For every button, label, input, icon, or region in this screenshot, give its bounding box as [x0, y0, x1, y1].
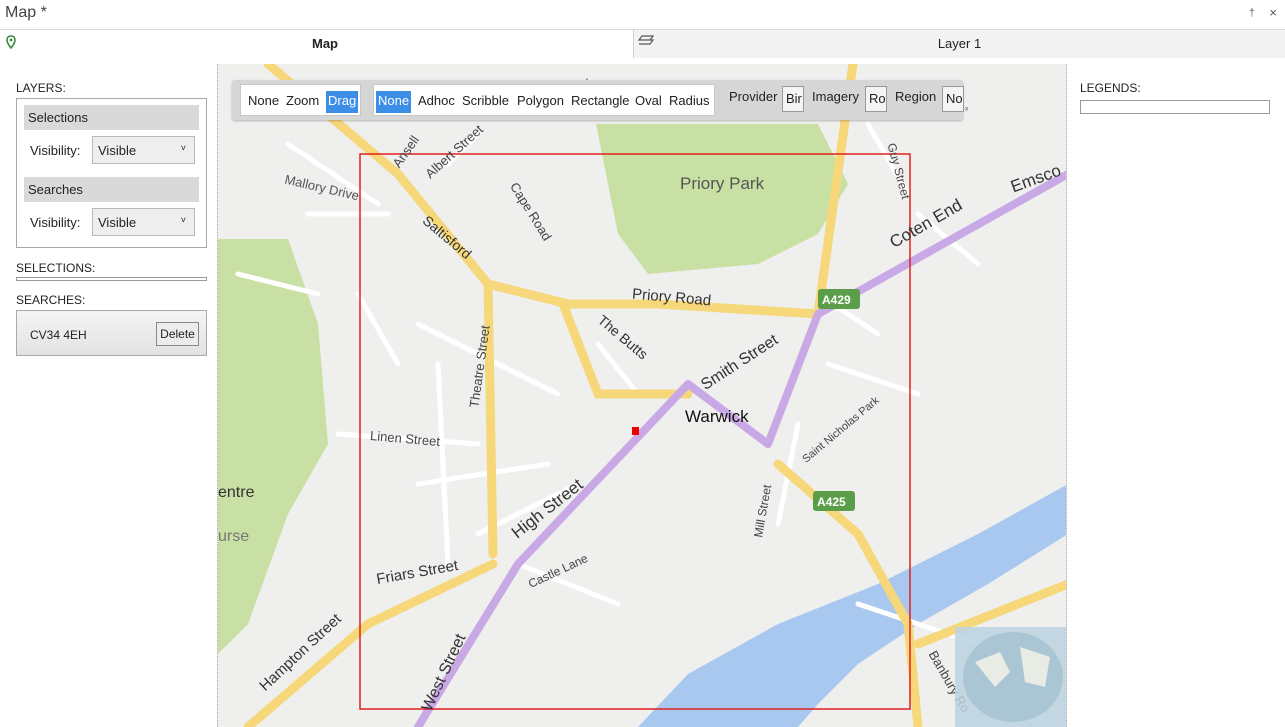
label-warwick: Warwick — [685, 407, 749, 426]
search-item[interactable]: CV34 4EH Delete — [16, 310, 207, 356]
select-scribble-button[interactable]: Scribble — [460, 91, 511, 113]
tab-bar: Map Layer 1 — [0, 30, 1285, 58]
close-icon[interactable]: × — [1269, 5, 1277, 20]
selections-visibility-label: Visibility: — [30, 143, 81, 158]
map-canvas — [218, 64, 1066, 727]
delete-button[interactable]: Delete — [156, 322, 199, 346]
select-adhoc-button[interactable]: Adhoc — [416, 91, 457, 113]
selections-visibility-value: Visible — [98, 143, 137, 158]
overview-globe-icon[interactable] — [955, 627, 1066, 727]
priory-park-area — [596, 124, 848, 274]
park-area-west — [218, 239, 328, 654]
tab-layer-label: Layer 1 — [937, 36, 982, 51]
searches-visibility-value: Visible — [98, 215, 137, 230]
provider-select[interactable]: Bir — [782, 86, 804, 112]
provider-label: Provider — [729, 89, 778, 104]
navigation-group: None Zoom Drag — [240, 84, 361, 116]
select-polygon-button[interactable]: Polygon — [515, 91, 566, 113]
label-priory-park: Priory Park — [680, 174, 765, 193]
label-a429: A429 — [822, 293, 851, 307]
imagery-label: Imagery — [812, 89, 859, 104]
layers-panel: Selections Visibility: Visible ˅ Searche… — [16, 98, 207, 248]
region-select[interactable]: No — [942, 86, 964, 112]
tab-layer-1[interactable]: Layer 1 — [634, 30, 1285, 58]
label-course: urse — [218, 528, 250, 545]
search-location-marker — [632, 427, 639, 435]
map-toolbar: None Zoom Drag None Adhoc Scribble Polyg… — [232, 80, 968, 120]
map-view[interactable]: Priory Park Priory Road Coten End Emsco … — [217, 64, 1067, 727]
nav-none-button[interactable]: None — [246, 91, 281, 113]
searches-visibility-label: Visibility: — [30, 215, 81, 230]
search-item-name: CV34 4EH — [30, 328, 87, 342]
select-rectangle-button[interactable]: Rectangle — [569, 91, 632, 113]
legends-label: LEGENDS: — [1080, 81, 1141, 95]
toolbar-overflow-icon[interactable]: ₓ — [965, 102, 968, 113]
nav-drag-button[interactable]: Drag — [326, 91, 359, 113]
selections-visibility-select[interactable]: Visible ˅ — [92, 136, 195, 164]
tab-map-label: Map — [312, 36, 338, 51]
tab-map[interactable]: Map — [0, 30, 634, 58]
legends-list — [1080, 100, 1270, 114]
chevron-down-icon: ˅ — [180, 143, 186, 153]
searches-label: SEARCHES: — [16, 293, 86, 307]
selections-group-header[interactable]: Selections — [24, 105, 199, 130]
window-title: Map * — [5, 4, 47, 21]
select-radius-button[interactable]: Radius — [667, 91, 711, 113]
nav-zoom-button[interactable]: Zoom — [284, 91, 321, 113]
searches-visibility-select[interactable]: Visible ˅ — [92, 208, 195, 236]
title-bar: Map * † × — [0, 0, 1285, 30]
selections-label: SELECTIONS: — [16, 261, 96, 275]
searches-group-header[interactable]: Searches — [24, 177, 199, 202]
region-label: Region — [895, 89, 937, 104]
pin-icon[interactable]: † — [1249, 7, 1255, 19]
chevron-down-icon: ˅ — [180, 215, 186, 225]
select-none-button[interactable]: None — [376, 91, 412, 113]
selections-list — [16, 277, 207, 281]
selection-mode-group: None Adhoc Scribble Polygon Rectangle Ov… — [373, 84, 715, 116]
layers-label: LAYERS: — [16, 81, 66, 95]
label-a425: A425 — [817, 495, 846, 509]
select-oval-button[interactable]: Oval — [633, 91, 664, 113]
label-centre: entre — [218, 484, 255, 501]
minor-roads — [235, 121, 981, 647]
imagery-select[interactable]: Ro — [865, 86, 887, 112]
